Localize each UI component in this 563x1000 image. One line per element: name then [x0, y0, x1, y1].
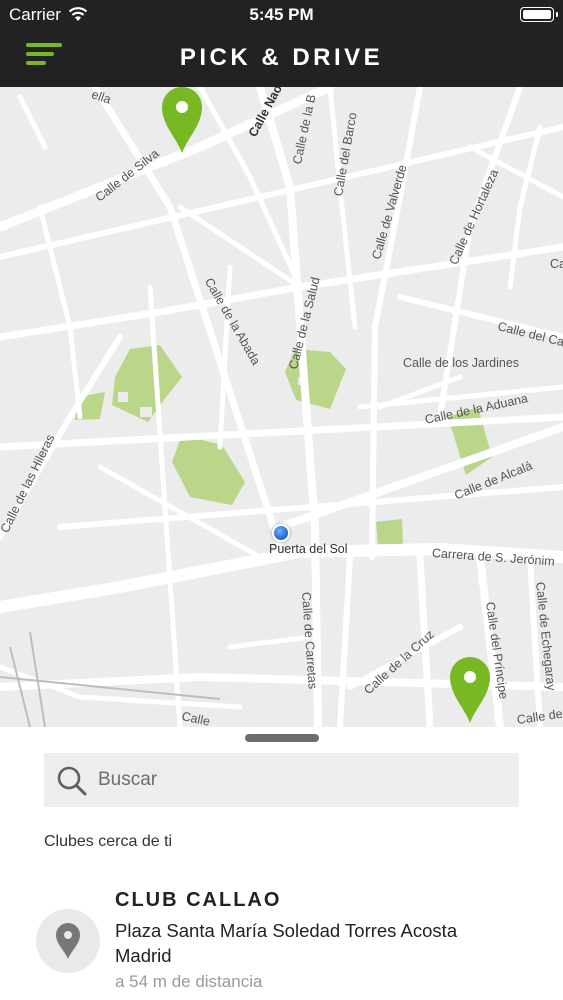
street-label: Calle de los Jardines [403, 356, 520, 370]
street-label: Puerta del Sol [269, 542, 348, 556]
map-view[interactable]: Calle Nao Calle de la B Calle del Barco … [0, 87, 563, 727]
map-pin-icon[interactable] [450, 657, 490, 723]
club-city: Madrid [115, 945, 172, 966]
sheet-drag-handle[interactable] [245, 734, 319, 742]
nav-bar: PICK & DRIVE [0, 29, 563, 87]
club-list-item[interactable]: CLUB CALLAO Plaza Santa María Soledad To… [0, 877, 563, 1000]
app-title: PICK & DRIVE [179, 44, 384, 71]
battery-icon [520, 7, 558, 22]
street-label: Calle [550, 257, 563, 271]
search-bar[interactable] [44, 753, 519, 807]
search-input[interactable] [98, 753, 508, 807]
status-bar: Carrier 5:45 PM [0, 0, 563, 29]
club-address: Plaza Santa María Soledad Torres Acosta [115, 920, 458, 941]
location-marker-icon [56, 923, 80, 959]
club-name: CLUB CALLAO [115, 889, 282, 911]
map-pin-icon[interactable] [162, 87, 202, 153]
section-title: Clubes cerca de ti [44, 833, 173, 850]
clock: 5:45 PM [249, 5, 314, 24]
club-avatar [36, 909, 100, 973]
current-location-dot [272, 524, 290, 542]
club-distance: a 54 m de distancia [115, 972, 263, 991]
search-icon [57, 766, 87, 796]
clubs-bottom-sheet: Clubes cerca de ti CLUB CALLAO Plaza San… [0, 727, 563, 1000]
